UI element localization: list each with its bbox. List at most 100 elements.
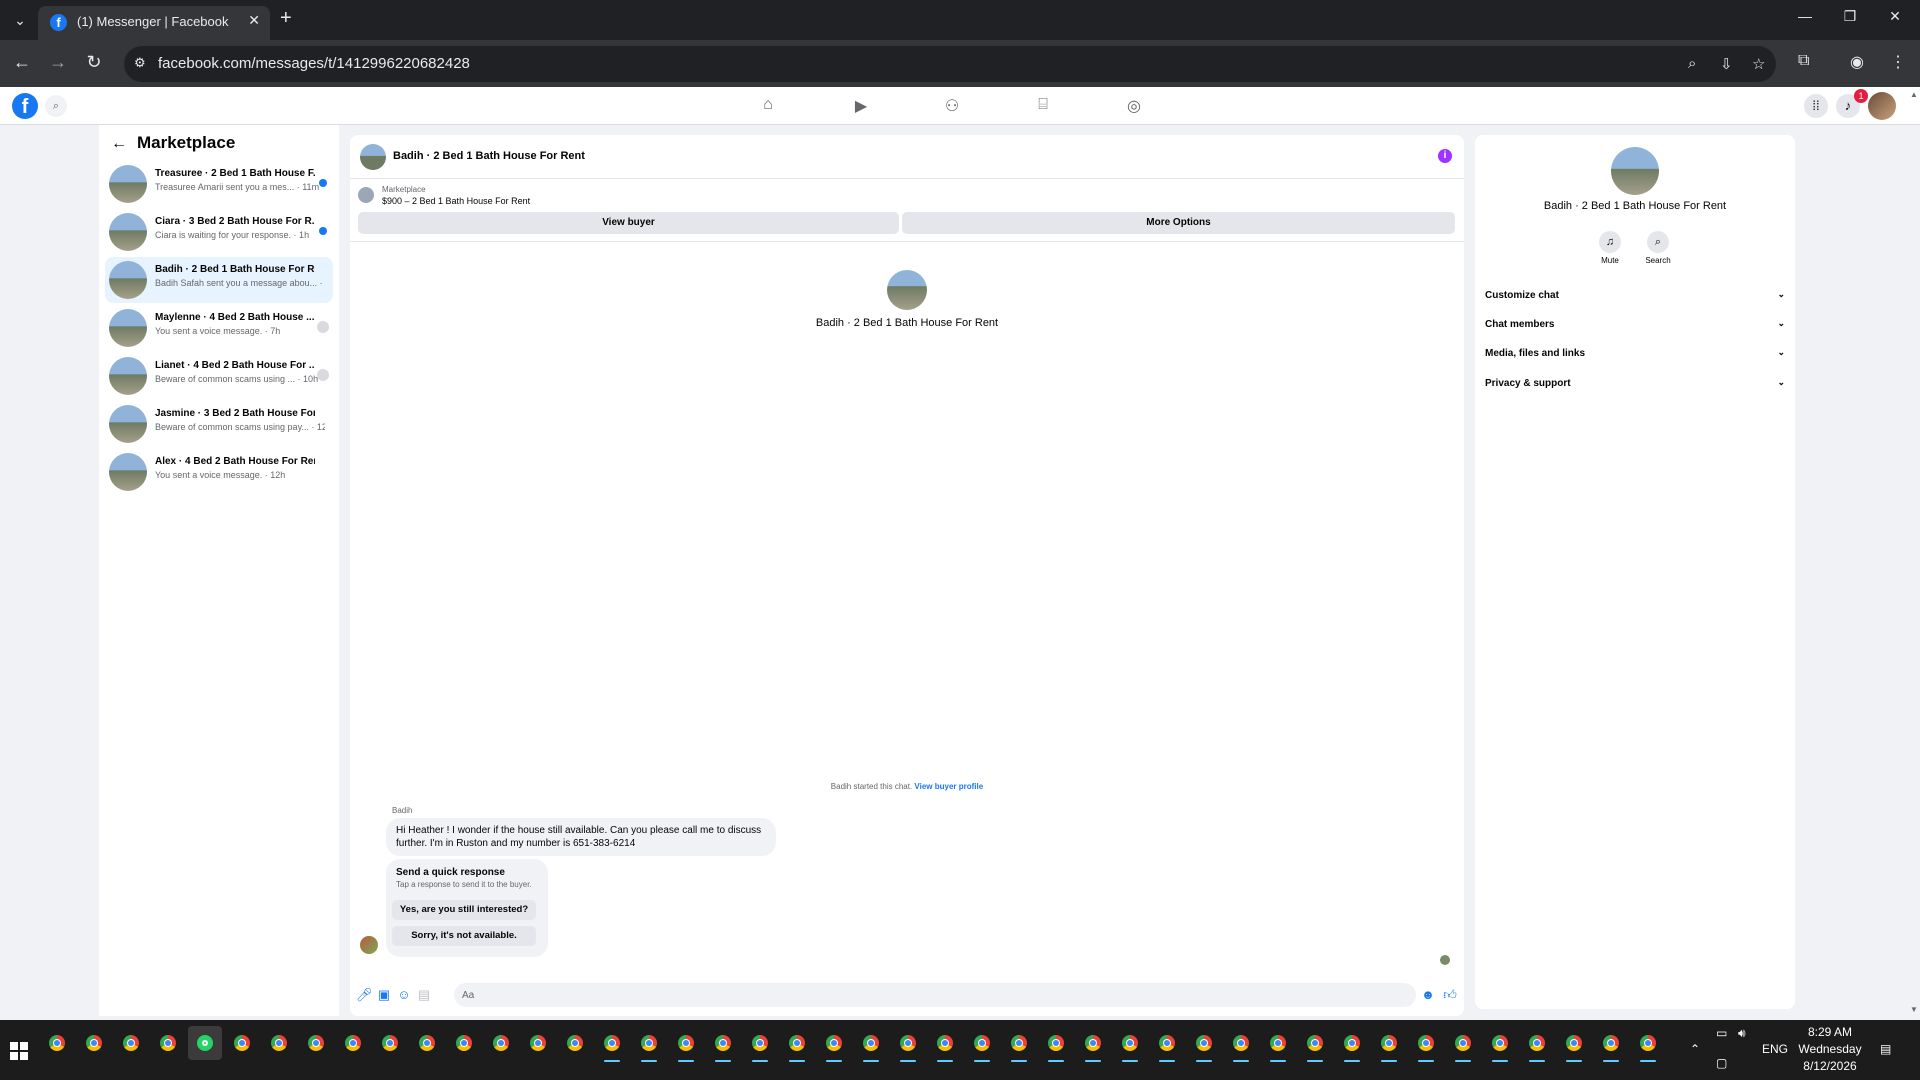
chrome-taskbar-icon[interactable] (1039, 1026, 1073, 1062)
facebook-logo-icon[interactable]: f (12, 93, 38, 119)
search-conversation-button[interactable]: ⌕ Search (1638, 231, 1678, 265)
back-arrow-icon[interactable]: ← (111, 135, 127, 153)
quick-response-no-button[interactable]: Sorry, it's not available. (392, 926, 536, 946)
install-icon[interactable]: ⇩ (1720, 55, 1733, 73)
microphone-icon[interactable]: 🎤︎ (356, 987, 373, 1003)
chrome-taskbar-icon[interactable] (1557, 1026, 1591, 1062)
chrome-taskbar-icon[interactable] (1631, 1026, 1665, 1062)
search-icon[interactable]: ⌕ (45, 95, 67, 117)
chrome-taskbar-icon[interactable] (854, 1026, 888, 1062)
url-text[interactable]: facebook.com/messages/t/1412996220682428 (158, 55, 470, 72)
emoji-icon[interactable]: ☻ (1420, 987, 1436, 1002)
extensions-icon[interactable]: ⧉ (1798, 52, 1809, 70)
back-icon[interactable]: ← (10, 52, 34, 73)
chrome-taskbar-icon[interactable] (817, 1026, 851, 1062)
listing-thumbnail[interactable] (360, 144, 386, 170)
chrome-taskbar-icon[interactable] (1446, 1026, 1480, 1062)
section-customize-chat[interactable]: Customize chat ⌄ (1485, 285, 1785, 307)
chrome-taskbar-icon[interactable] (595, 1026, 629, 1062)
gif-icon[interactable]: ▤ (416, 987, 432, 1003)
conversation-item[interactable]: Ciara · 3 Bed 2 Bath House For R... Ciara… (105, 209, 333, 255)
notifications-center-icon[interactable]: ▤ (1880, 1042, 1891, 1056)
chrome-taskbar-icon[interactable] (373, 1026, 407, 1060)
chrome-taskbar-icon[interactable] (1187, 1026, 1221, 1062)
minimize-icon[interactable]: — (1790, 8, 1820, 24)
chat-title[interactable]: Badih · 2 Bed 1 Bath House For Rent (393, 150, 585, 162)
new-tab-icon[interactable]: + (280, 7, 292, 30)
photo-icon[interactable]: ▣ (376, 987, 392, 1003)
menu-icon[interactable]: ⋮ (1890, 52, 1906, 72)
chrome-taskbar-icon[interactable] (484, 1026, 518, 1060)
chrome-taskbar-icon[interactable] (558, 1026, 592, 1060)
reload-icon[interactable]: ↻ (82, 52, 106, 73)
zoom-icon[interactable]: ⌕ (1688, 55, 1696, 72)
section-media-files-links[interactable]: Media, files and links ⌄ (1485, 343, 1785, 365)
browser-tab[interactable]: f (1) Messenger | Facebook ✕ (38, 6, 270, 40)
bookmark-star-icon[interactable]: ☆ (1752, 55, 1765, 73)
chrome-taskbar-icon[interactable] (1335, 1026, 1369, 1062)
profile-icon[interactable]: ◉ (1850, 52, 1864, 72)
close-tab-icon[interactable]: ✕ (248, 12, 260, 29)
listing-banner[interactable]: Marketplace $900 – 2 Bed 1 Bath House Fo… (356, 183, 1456, 211)
conversation-item[interactable]: Alex · 4 Bed 2 Bath House For Rent You se… (105, 449, 333, 495)
chrome-taskbar-icon[interactable] (780, 1026, 814, 1062)
home-icon[interactable]: ⌂ (756, 96, 780, 114)
chrome-taskbar-icon[interactable] (40, 1026, 74, 1060)
chrome-taskbar-icon[interactable] (965, 1026, 999, 1062)
conversation-item[interactable]: Jasmine · 3 Bed 2 Bath House For ... Bewa… (105, 401, 333, 447)
chrome-taskbar-icon[interactable] (669, 1026, 703, 1062)
chrome-taskbar-icon[interactable] (1298, 1026, 1332, 1062)
chrome-taskbar-icon[interactable] (77, 1026, 111, 1060)
marketplace-icon[interactable]: ⌸ (1031, 96, 1055, 114)
view-buyer-button[interactable]: View buyer (358, 212, 899, 234)
quick-response-yes-button[interactable]: Yes, are you still interested? (392, 900, 536, 920)
sticker-icon[interactable]: ☺ (396, 987, 412, 1002)
conversation-item[interactable]: Treasuree · 2 Bed 1 Bath House F... Treas… (105, 161, 333, 207)
details-avatar[interactable] (1611, 147, 1659, 195)
chrome-taskbar-icon[interactable] (151, 1026, 185, 1060)
info-icon[interactable]: i (1438, 149, 1452, 163)
whatsapp-taskbar-icon[interactable] (188, 1026, 222, 1060)
apps-grid-icon[interactable]: ⁞⁞ (1804, 94, 1828, 118)
chrome-taskbar-icon[interactable] (1113, 1026, 1147, 1062)
meet-icon[interactable]: ▭ (1716, 1026, 1727, 1040)
chrome-taskbar-icon[interactable] (928, 1026, 962, 1062)
video-icon[interactable]: ▶ (849, 96, 873, 116)
friends-icon[interactable]: ⚇ (940, 96, 964, 116)
conversation-item[interactable]: Lianet · 4 Bed 2 Bath House For ... Bewar… (105, 353, 333, 399)
groups-icon[interactable]: ◎ (1122, 96, 1146, 116)
chrome-taskbar-icon[interactable] (225, 1026, 259, 1060)
chrome-taskbar-icon[interactable] (1261, 1026, 1295, 1062)
system-clock[interactable]: 8:29 AM Wednesday 8/12/2026 (1780, 1024, 1880, 1075)
chrome-taskbar-icon[interactable] (1150, 1026, 1184, 1062)
section-chat-members[interactable]: Chat members ⌄ (1485, 314, 1785, 336)
chrome-taskbar-icon[interactable] (410, 1026, 444, 1060)
site-info-icon[interactable]: ⚙ (134, 55, 146, 71)
volume-icon[interactable]: 🔊︎ (1738, 1026, 1746, 1041)
forward-icon[interactable]: → (46, 52, 70, 73)
chrome-taskbar-icon[interactable] (891, 1026, 925, 1062)
chrome-taskbar-icon[interactable] (1076, 1026, 1110, 1062)
network-icon[interactable]: ▢ (1716, 1056, 1727, 1070)
tab-list-icon[interactable]: ⌄ (8, 8, 32, 32)
more-options-button[interactable]: More Options (902, 212, 1455, 234)
close-window-icon[interactable]: ✕ (1880, 8, 1910, 25)
restore-icon[interactable]: ❐ (1835, 8, 1865, 25)
chrome-taskbar-icon[interactable] (706, 1026, 740, 1062)
view-buyer-profile-link[interactable]: View buyer profile (914, 782, 983, 791)
scroll-up-icon[interactable]: ▲ (1910, 90, 1918, 99)
conversation-item[interactable]: Badih · 2 Bed 1 Bath House For Rent Badih… (105, 257, 333, 303)
message-input[interactable] (454, 983, 1416, 1007)
chevron-up-icon[interactable]: ⌃ (1690, 1042, 1700, 1056)
chrome-taskbar-icon[interactable] (521, 1026, 555, 1060)
chrome-taskbar-icon[interactable] (1372, 1026, 1406, 1062)
scroll-down-icon[interactable]: ▼ (1910, 1005, 1918, 1014)
chrome-taskbar-icon[interactable] (114, 1026, 148, 1060)
chrome-taskbar-icon[interactable] (743, 1026, 777, 1062)
chrome-taskbar-icon[interactable] (299, 1026, 333, 1060)
windows-start-icon[interactable] (10, 1042, 28, 1060)
chrome-taskbar-icon[interactable] (1520, 1026, 1554, 1062)
chrome-taskbar-icon[interactable] (1483, 1026, 1517, 1062)
chrome-taskbar-icon[interactable] (1224, 1026, 1258, 1062)
section-privacy-support[interactable]: Privacy & support ⌄ (1485, 373, 1785, 395)
